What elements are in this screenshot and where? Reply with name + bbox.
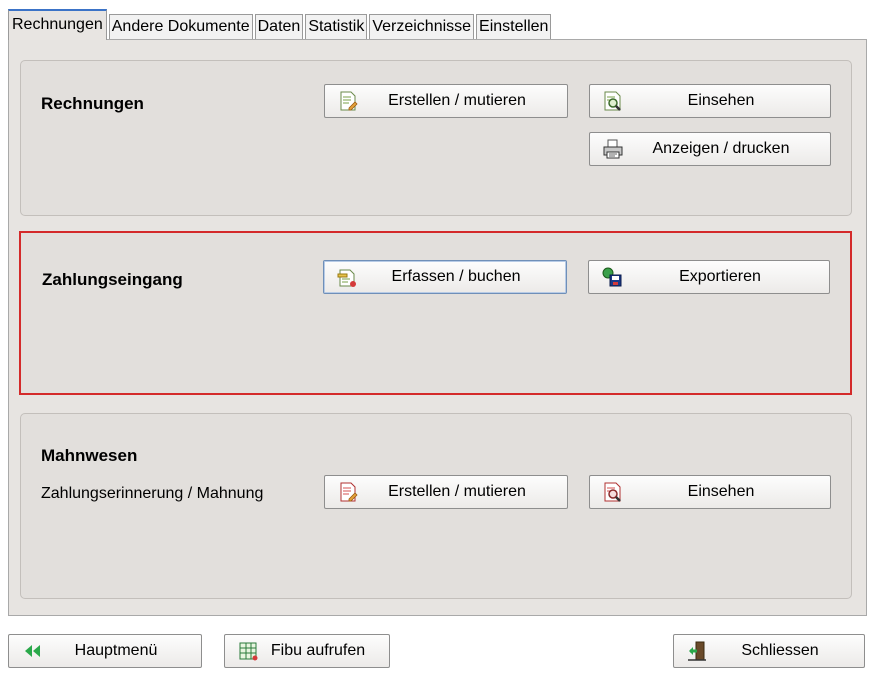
rechnungen-print-label: Anzeigen / drucken xyxy=(652,140,790,157)
document-book-icon xyxy=(337,269,356,287)
exit-door-icon xyxy=(688,641,706,661)
tab-statistik[interactable]: Statistik xyxy=(305,14,368,40)
mahnwesen-create-label: Erstellen / mutieren xyxy=(388,483,526,500)
rechnungen-view-label: Einsehen xyxy=(687,92,755,109)
main-menu-button[interactable]: Hauptmenü xyxy=(8,634,202,668)
group-rechnungen: Rechnungen Erstellen / mutieren Einsehen xyxy=(20,60,852,216)
document-search-icon xyxy=(604,91,621,111)
tab-daten[interactable]: Daten xyxy=(254,14,304,40)
spreadsheet-icon xyxy=(239,642,258,661)
printer-icon xyxy=(603,139,623,159)
zahlungseingang-export-label: Exportieren xyxy=(679,268,761,285)
tab-page: Rechnungen Erstellen / mutieren Einsehen xyxy=(8,39,867,616)
fibu-label: Fibu aufrufen xyxy=(270,642,366,659)
zahlungseingang-export-button[interactable]: Exportieren xyxy=(588,260,830,294)
tab-verzeichnisse[interactable]: Verzeichnisse xyxy=(369,14,475,40)
rechnungen-view-button[interactable]: Einsehen xyxy=(589,84,831,118)
zahlungseingang-capture-button[interactable]: Erfassen / buchen xyxy=(323,260,567,294)
reminder-edit-icon xyxy=(340,482,358,502)
tab-rechnungen[interactable]: Rechnungen xyxy=(8,9,107,40)
group-title-rechnungen: Rechnungen xyxy=(41,94,144,113)
group-title-zahlungseingang: Zahlungseingang xyxy=(42,270,183,289)
group-zahlungseingang: Zahlungseingang Erfassen / buchen Export… xyxy=(19,231,852,395)
zahlungseingang-capture-label: Erfassen / buchen xyxy=(391,268,521,285)
group-mahnwesen: Mahnwesen Zahlungserinnerung / Mahnung E… xyxy=(20,413,852,599)
close-button[interactable]: Schliessen xyxy=(673,634,865,668)
mahnwesen-view-label: Einsehen xyxy=(687,483,755,500)
group-title-mahnwesen: Mahnwesen xyxy=(41,446,138,465)
mahnwesen-subtitle: Zahlungserinnerung / Mahnung xyxy=(41,485,264,502)
double-arrow-left-icon xyxy=(25,645,40,657)
tab-bar: Rechnungen Andere Dokumente Daten Statis… xyxy=(8,8,553,40)
mahnwesen-view-button[interactable]: Einsehen xyxy=(589,475,831,509)
main-menu-label: Hauptmenü xyxy=(74,642,158,659)
export-disk-icon xyxy=(602,267,622,287)
mahnwesen-create-button[interactable]: Erstellen / mutieren xyxy=(324,475,568,509)
close-label: Schliessen xyxy=(741,642,819,659)
rechnungen-create-button[interactable]: Erstellen / mutieren xyxy=(324,84,568,118)
fibu-button[interactable]: Fibu aufrufen xyxy=(224,634,390,668)
tab-einstellen[interactable]: Einstellen xyxy=(476,14,552,40)
reminder-search-icon xyxy=(604,482,621,502)
rechnungen-print-button[interactable]: Anzeigen / drucken xyxy=(589,132,831,166)
document-edit-icon xyxy=(340,91,358,111)
tab-andere-dokumente[interactable]: Andere Dokumente xyxy=(108,14,253,40)
rechnungen-create-label: Erstellen / mutieren xyxy=(388,92,526,109)
